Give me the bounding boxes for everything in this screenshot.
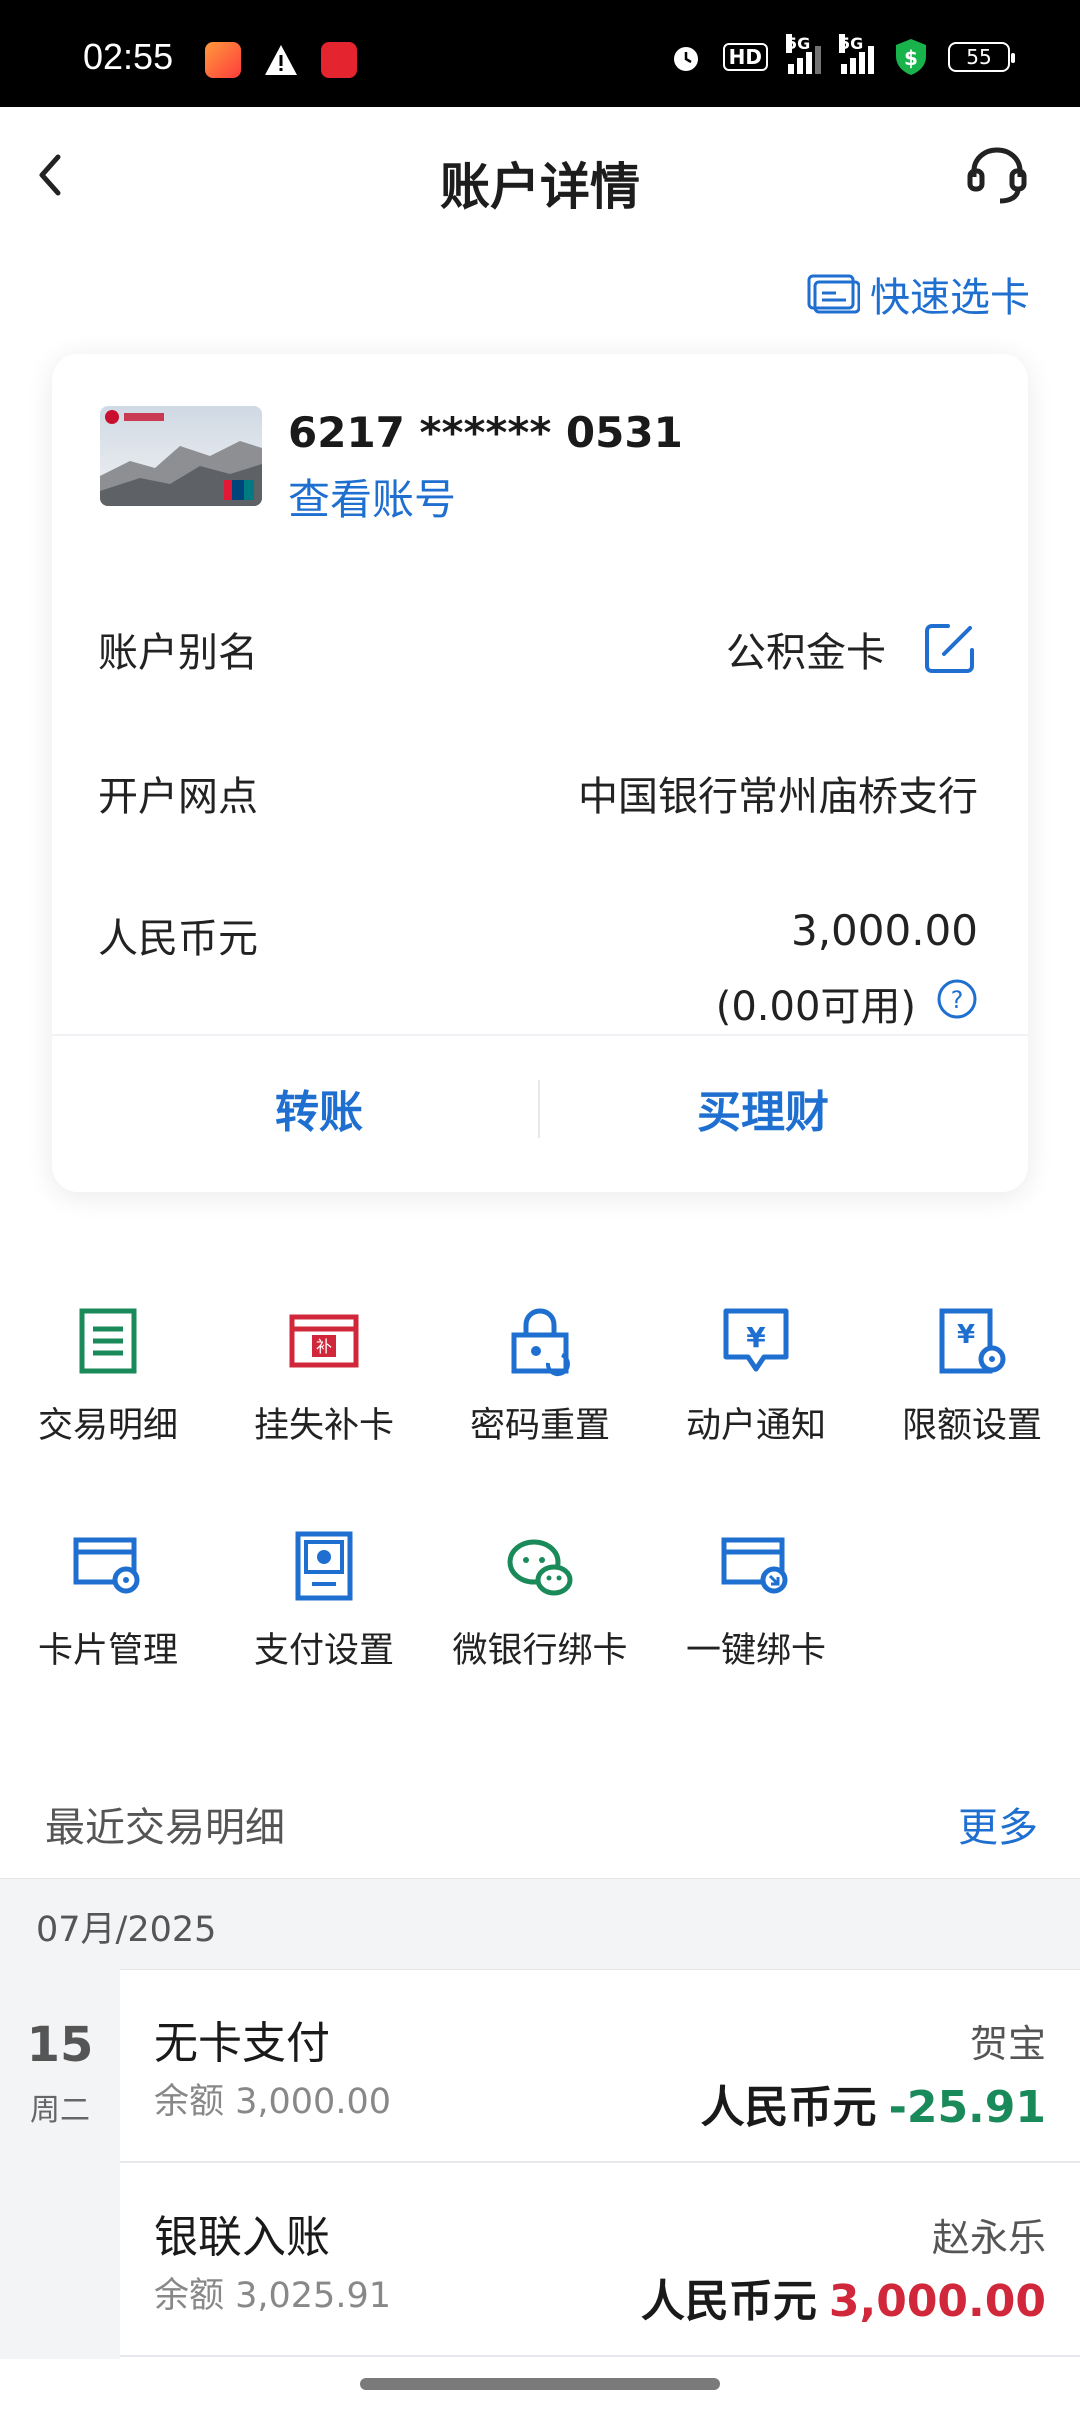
date-column: 15 周二 bbox=[0, 1969, 120, 2359]
svg-text:¥: ¥ bbox=[746, 1321, 766, 1354]
transaction-amount-line: 人民币元 3,000.00 bbox=[641, 2265, 1046, 2329]
battery-level: 55 bbox=[966, 45, 992, 69]
wechat-bind-icon bbox=[507, 1539, 573, 1596]
alarm-icon bbox=[673, 47, 698, 71]
function-label: 一键绑卡 bbox=[685, 1631, 826, 1671]
payment-settings-icon bbox=[295, 1531, 353, 1601]
function-label: 密码重置 bbox=[469, 1406, 610, 1446]
function-password-reset[interactable]: 密码重置 bbox=[432, 1305, 648, 1448]
transaction-amount: 3,000.00 bbox=[828, 2276, 1046, 2327]
transaction-party: 贺宝 bbox=[969, 2022, 1046, 2066]
function-report-loss[interactable]: 补 挂失补卡 bbox=[216, 1305, 432, 1448]
function-label: 动户通知 bbox=[685, 1406, 826, 1446]
card-number: 6217 ****** 0531 bbox=[288, 408, 683, 457]
function-transaction-details[interactable]: 交易明细 bbox=[0, 1305, 216, 1448]
notification-icons bbox=[205, 42, 357, 78]
bank-card-image bbox=[100, 406, 262, 506]
function-label: 交易明细 bbox=[37, 1406, 178, 1446]
function-card-management[interactable]: 卡片管理 bbox=[0, 1530, 216, 1673]
function-one-click-bind[interactable]: 一键绑卡 bbox=[648, 1530, 864, 1673]
status-time: 02:55 bbox=[83, 36, 174, 77]
weekday-label: 周二 bbox=[30, 2093, 90, 2128]
month-label: 07月/2025 bbox=[36, 1910, 217, 1950]
view-account-link[interactable]: 查看账号 bbox=[288, 466, 456, 527]
limit-settings-icon: ¥ bbox=[939, 1308, 1006, 1374]
function-payment-settings[interactable]: 支付设置 bbox=[216, 1530, 432, 1673]
transaction-title: 银联入账 bbox=[154, 2212, 330, 2263]
transaction-balance: 余额 3,000.00 bbox=[154, 2082, 391, 2122]
edit-icon[interactable] bbox=[922, 620, 978, 676]
transaction-row[interactable]: 无卡支付 余额 3,000.00 贺宝 人民币元 -25.91 bbox=[120, 1969, 1080, 2161]
function-label: 限额设置 bbox=[901, 1406, 1042, 1446]
available-balance: (0.00可用) bbox=[715, 984, 916, 1030]
help-icon[interactable]: ? bbox=[936, 978, 978, 1020]
function-label: 微银行绑卡 bbox=[452, 1631, 628, 1671]
account-card: 6217 ****** 0531 查看账号 账户别名 公积金卡 开户网点 中国银… bbox=[52, 354, 1028, 1192]
customer-service-icon[interactable] bbox=[962, 141, 1032, 211]
balance-value: 3,000.00 bbox=[790, 906, 978, 955]
quick-select-card-button[interactable]: 快速选卡 bbox=[806, 265, 1030, 323]
function-label: 卡片管理 bbox=[37, 1631, 178, 1671]
function-label: 挂失补卡 bbox=[253, 1406, 394, 1446]
signal-1-icon: 5G bbox=[786, 34, 821, 74]
card-report-icon: 补 bbox=[289, 1314, 359, 1368]
svg-text:$: $ bbox=[904, 46, 918, 70]
card-divider bbox=[52, 1034, 1028, 1036]
svg-text:¥: ¥ bbox=[957, 1320, 975, 1350]
currency-label: 人民币元 bbox=[98, 916, 258, 962]
alias-value: 公积金卡 bbox=[726, 630, 886, 676]
month-header: 07月/2025 bbox=[0, 1878, 1080, 1970]
app-notification-icon bbox=[205, 42, 241, 78]
svg-text:?: ? bbox=[951, 986, 964, 1014]
branch-label: 开户网点 bbox=[98, 774, 258, 820]
transfer-button[interactable]: 转账 bbox=[94, 1076, 544, 1140]
transaction-title: 无卡支付 bbox=[154, 2018, 330, 2069]
transaction-row[interactable]: 银联入账 余额 3,025.91 赵永乐 人民币元 3,000.00 bbox=[120, 2163, 1080, 2355]
status-bar: 02:55 HD 5G 5G $ 55 bbox=[0, 0, 1080, 107]
page-header: 账户详情 bbox=[0, 107, 1080, 245]
branch-value: 中国银行常州庙桥支行 bbox=[578, 774, 978, 820]
one-click-bind-icon bbox=[721, 1537, 788, 1594]
recent-transactions-title: 最近交易明细 bbox=[45, 1805, 285, 1851]
function-account-notice[interactable]: ¥ 动户通知 bbox=[648, 1305, 864, 1448]
list-icon bbox=[79, 1308, 137, 1374]
card-switch-icon bbox=[807, 274, 860, 314]
red-app-notification-icon bbox=[321, 42, 357, 78]
hd-voice-icon: HD bbox=[722, 43, 768, 71]
transaction-amount-line: 人民币元 -25.91 bbox=[701, 2071, 1046, 2135]
function-wechat-bind[interactable]: 微银行绑卡 bbox=[432, 1530, 648, 1673]
function-limit-settings[interactable]: ¥ 限额设置 bbox=[864, 1305, 1080, 1448]
security-shield-icon: $ bbox=[896, 39, 926, 75]
transaction-currency: 人民币元 bbox=[700, 2082, 877, 2133]
battery-icon: 55 bbox=[948, 42, 1015, 72]
lock-reset-icon bbox=[511, 1308, 570, 1377]
transaction-amount: -25.91 bbox=[888, 2082, 1046, 2133]
transaction-divider bbox=[120, 2355, 1080, 2357]
transaction-currency: 人民币元 bbox=[640, 2276, 817, 2327]
more-link[interactable]: 更多 bbox=[958, 1795, 1038, 1853]
buy-wealth-button[interactable]: 买理财 bbox=[538, 1076, 988, 1140]
page-title: 账户详情 bbox=[440, 158, 640, 216]
warning-icon bbox=[265, 45, 297, 75]
day-number: 15 bbox=[26, 2017, 94, 2073]
alias-label: 账户别名 bbox=[98, 630, 258, 676]
home-indicator[interactable] bbox=[360, 2378, 720, 2390]
signal-2-icon: 5G bbox=[839, 34, 874, 74]
function-label: 支付设置 bbox=[253, 1631, 394, 1671]
quick-select-label: 快速选卡 bbox=[870, 275, 1030, 321]
transaction-party: 赵永乐 bbox=[931, 2216, 1046, 2260]
svg-text:补: 补 bbox=[316, 1337, 332, 1356]
transaction-balance: 余额 3,025.91 bbox=[154, 2276, 391, 2316]
yuan-notice-icon: ¥ bbox=[723, 1308, 789, 1372]
card-settings-icon bbox=[73, 1537, 140, 1594]
